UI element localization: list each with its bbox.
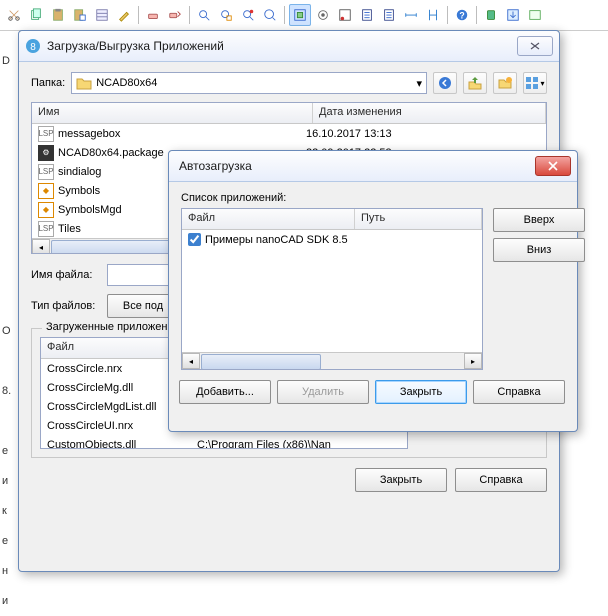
item-checkbox[interactable]: [188, 233, 201, 246]
properties-icon[interactable]: [92, 5, 112, 25]
svg-text:?: ?: [459, 11, 464, 21]
close-icon[interactable]: [517, 36, 553, 56]
import-icon[interactable]: [503, 5, 523, 25]
dialog-title: Автозагрузка: [175, 159, 531, 173]
app-icon: 8: [25, 38, 41, 54]
close-icon[interactable]: [535, 156, 571, 176]
help-icon[interactable]: ?: [452, 5, 472, 25]
autoload-list[interactable]: Файл Путь Примеры nanoCAD SDK 8.5 ◂▸: [181, 208, 483, 370]
paste-icon[interactable]: [48, 5, 68, 25]
down-button[interactable]: Вниз: [493, 238, 585, 262]
view-icon[interactable]: ▾: [523, 72, 547, 94]
svg-text:8: 8: [30, 42, 36, 53]
dimension-icon[interactable]: [423, 5, 443, 25]
layers-icon[interactable]: [289, 4, 311, 26]
up-icon[interactable]: [463, 72, 487, 94]
scrollbar-horizontal[interactable]: ◂▸: [182, 352, 482, 369]
delete-button[interactable]: Удалить: [277, 380, 369, 404]
group-title: Загруженные приложен: [42, 321, 171, 333]
scissors-icon[interactable]: [4, 5, 24, 25]
dialog-title: Загрузка/Выгрузка Приложений: [47, 39, 513, 53]
folder-value: NCAD80x64: [96, 77, 157, 89]
autoload-dialog: Автозагрузка Список приложений: Файл Пут…: [168, 150, 578, 432]
help-button[interactable]: Справка: [473, 380, 565, 404]
filename-label: Имя файла:: [31, 269, 101, 281]
list-item[interactable]: LSPmessagebox16.10.2017 13:13: [32, 124, 546, 143]
export-icon[interactable]: [525, 5, 545, 25]
zoom-pan-icon[interactable]: [238, 5, 258, 25]
apps-icon[interactable]: [481, 5, 501, 25]
folder-icon: [76, 76, 92, 90]
add-button[interactable]: Добавить...: [179, 380, 271, 404]
help-button[interactable]: Справка: [455, 468, 547, 492]
chevron-down-icon[interactable]: ▾: [416, 77, 422, 90]
layout-icon[interactable]: [335, 5, 355, 25]
list-label: Список приложений:: [181, 192, 565, 204]
folder-field[interactable]: NCAD80x64 ▾: [71, 72, 427, 94]
table-row[interactable]: CustomObjects.dllC:\Program Files (x86)\…: [41, 435, 407, 449]
col-name[interactable]: Имя: [32, 103, 313, 123]
close-button[interactable]: Закрыть: [355, 468, 447, 492]
new-folder-icon[interactable]: [493, 72, 517, 94]
eraser-all-icon[interactable]: [165, 5, 185, 25]
settings-icon[interactable]: [313, 5, 333, 25]
close-button[interactable]: Закрыть: [375, 380, 467, 404]
copy-icon[interactable]: [26, 5, 46, 25]
titlebar[interactable]: Автозагрузка: [169, 151, 577, 182]
layer-mgr-icon[interactable]: [379, 5, 399, 25]
list-item[interactable]: Примеры nanoCAD SDK 8.5: [182, 230, 482, 249]
back-icon[interactable]: [433, 72, 457, 94]
titlebar[interactable]: 8 Загрузка/Выгрузка Приложений: [19, 31, 559, 62]
filetype-label: Тип файлов:: [31, 300, 101, 312]
eraser-icon[interactable]: [143, 5, 163, 25]
palette-icon[interactable]: [357, 5, 377, 25]
col-path[interactable]: Путь: [355, 209, 482, 229]
col-date[interactable]: Дата изменения: [313, 103, 546, 123]
col-file[interactable]: Файл: [182, 209, 355, 229]
brush-icon[interactable]: [114, 5, 134, 25]
zoom-icon[interactable]: [260, 5, 280, 25]
measure-icon[interactable]: [401, 5, 421, 25]
paste-special-icon[interactable]: [70, 5, 90, 25]
zoom-extents-icon[interactable]: [194, 5, 214, 25]
zoom-window-icon[interactable]: [216, 5, 236, 25]
main-toolbar: ?: [0, 0, 608, 31]
up-button[interactable]: Вверх: [493, 208, 585, 232]
folder-label: Папка:: [31, 77, 65, 89]
